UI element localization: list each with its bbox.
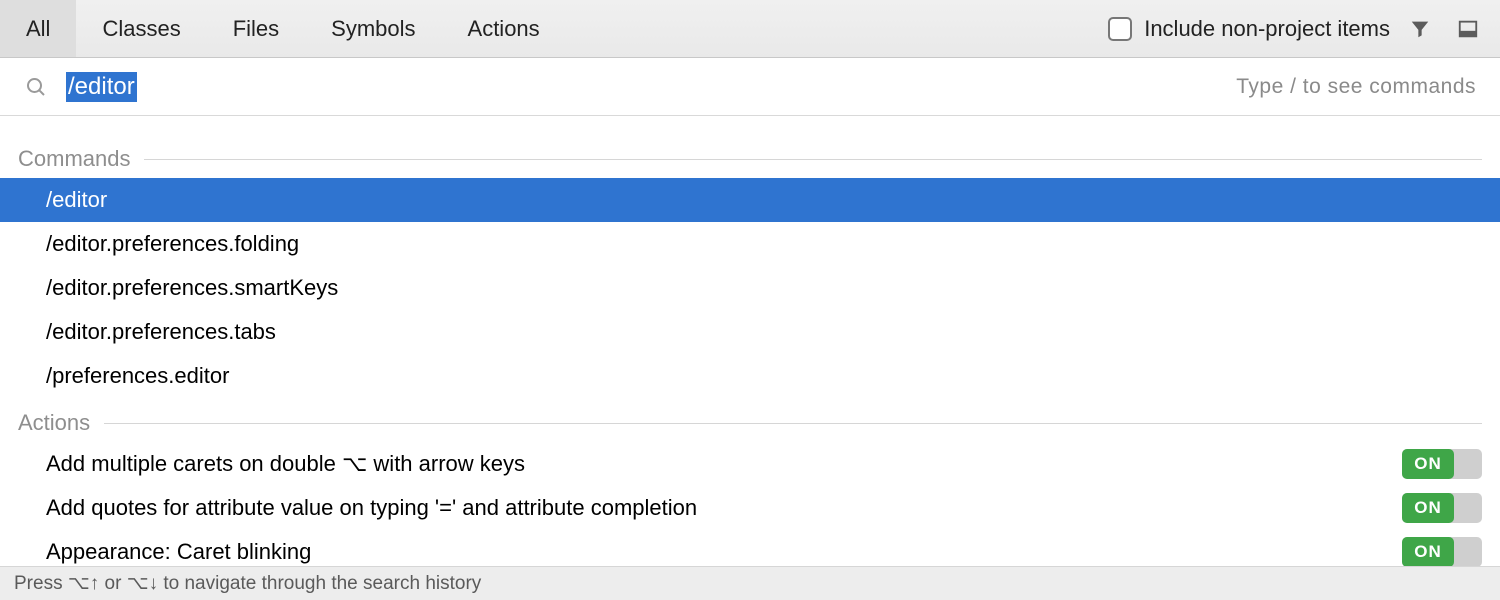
command-label: /editor [46,187,107,213]
section-header-commands: Commands [0,146,1500,172]
filter-icon[interactable] [1402,18,1438,40]
command-label: /editor.preferences.tabs [46,319,276,345]
search-hint: Type / to see commands [1236,75,1482,99]
toggle-switch[interactable]: ON [1402,537,1482,567]
tab-label: Actions [468,16,540,42]
tab-label: All [26,16,50,42]
results-body: Commands /editor /editor.preferences.fol… [0,116,1500,574]
include-nonproject-label: Include non-project items [1144,16,1390,42]
search-query-text: /editor [66,72,137,102]
search-icon [24,75,48,99]
tab-all[interactable]: All [0,0,76,57]
command-label: /preferences.editor [46,363,229,389]
toggle-switch[interactable]: ON [1402,449,1482,479]
command-row[interactable]: /editor.preferences.smartKeys [0,266,1500,310]
action-row[interactable]: Add multiple carets on double ⌥ with arr… [0,442,1500,486]
toggle-state: ON [1402,449,1454,479]
search-row: /editor Type / to see commands [0,58,1500,116]
toggle-state: ON [1402,537,1454,567]
tab-label: Classes [102,16,180,42]
command-row[interactable]: /preferences.editor [0,354,1500,398]
toggle-switch[interactable]: ON [1402,493,1482,523]
tab-symbols[interactable]: Symbols [305,0,441,57]
tab-bar: All Classes Files Symbols Actions Includ… [0,0,1500,58]
section-rule [104,423,1482,424]
command-row[interactable]: /editor.preferences.tabs [0,310,1500,354]
include-nonproject-wrap: Include non-project items [1108,0,1500,57]
status-text: Press ⌥↑ or ⌥↓ to navigate through the s… [14,572,481,595]
tab-actions[interactable]: Actions [442,0,566,57]
action-row[interactable]: Add quotes for attribute value on typing… [0,486,1500,530]
include-nonproject-checkbox[interactable] [1108,17,1132,41]
toggle-state: ON [1402,493,1454,523]
command-row[interactable]: /editor.preferences.folding [0,222,1500,266]
tab-label: Files [233,16,279,42]
section-label: Actions [18,410,90,436]
section-rule [144,159,1482,160]
command-row[interactable]: /editor [0,178,1500,222]
search-input[interactable]: /editor [66,72,1236,102]
action-label: Appearance: Caret blinking [46,539,311,565]
section-header-actions: Actions [0,410,1500,436]
action-label: Add quotes for attribute value on typing… [46,495,697,521]
tab-files[interactable]: Files [207,0,305,57]
tab-classes[interactable]: Classes [76,0,206,57]
command-label: /editor.preferences.smartKeys [46,275,338,301]
command-label: /editor.preferences.folding [46,231,299,257]
status-bar: Press ⌥↑ or ⌥↓ to navigate through the s… [0,566,1500,600]
tab-label: Symbols [331,16,415,42]
action-label: Add multiple carets on double ⌥ with arr… [46,451,525,477]
section-label: Commands [18,146,130,172]
open-in-toolwindow-icon[interactable] [1450,18,1486,40]
